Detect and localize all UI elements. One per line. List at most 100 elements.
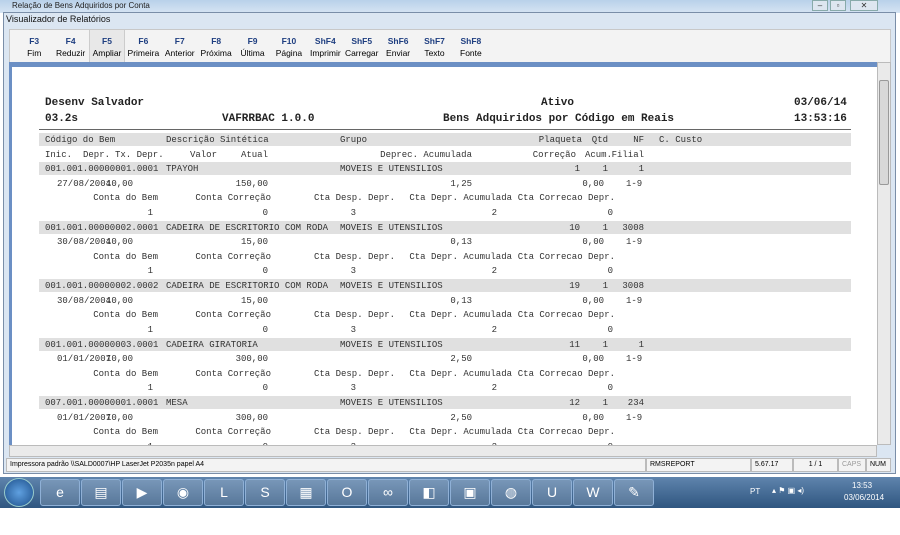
language-indicator[interactable]: PT — [750, 487, 760, 496]
button-label: Anterior — [164, 48, 195, 58]
shortcut-key: F9 — [247, 36, 258, 46]
account-label: Conta Correção — [195, 193, 271, 203]
toolbar-button-última[interactable]: F9 Última — [234, 30, 270, 62]
taskbar-app-icon[interactable]: U — [532, 479, 572, 506]
header-filial: Filial — [611, 150, 644, 160]
account-label: Cta Desp. Depr. — [313, 193, 395, 203]
asset-deprec: 2,50 — [450, 354, 472, 365]
taskbar-app-icon[interactable]: ▶ — [122, 479, 162, 506]
taskbar-app-icon[interactable]: ◧ — [409, 479, 449, 506]
restore-button[interactable]: ▫ — [830, 0, 846, 11]
asset-atual: 15,00 — [240, 237, 268, 248]
report-page: Desenv Salvador 03.2s VAFRRBAC 1.0.0 Ati… — [9, 62, 877, 445]
header-correcao: Correção — [532, 150, 576, 160]
asset-tx-depr: 10,00 — [105, 237, 133, 248]
account-label: Conta do Bem — [93, 310, 158, 321]
button-label: Página — [275, 48, 303, 58]
asset-date: 30/08/2004 — [57, 295, 112, 306]
asset-tx-depr: 10,00 — [105, 178, 133, 189]
header-tx: Tx. Depr. — [115, 150, 164, 160]
asset-code: 001.001.00000001.0001 — [45, 164, 159, 174]
toolbar-button-próxima[interactable]: F8 Próxima — [198, 30, 234, 62]
account-label: Cta Correcao Depr. — [517, 310, 615, 321]
account-label: Cta Depr. Acumulada — [409, 251, 512, 262]
horizontal-scrollbar[interactable] — [9, 445, 877, 457]
asset-correcao: 0,00 — [582, 237, 604, 248]
status-report: RMSREPORT — [646, 458, 751, 472]
taskbar-app-icon[interactable]: O — [327, 479, 367, 506]
asset-filial: 1-9 — [626, 412, 643, 423]
account-label: Cta Depr. Acumulada — [409, 368, 512, 379]
start-button[interactable] — [4, 478, 34, 507]
asset-nf: 3008 — [622, 222, 644, 233]
account-label: Cta Desp. Depr. — [313, 310, 395, 321]
report-company: Desenv Salvador — [45, 97, 145, 109]
toolbar: F3 Fim F4 Reduzir F5 Ampliar F6 Primeira F7 Anter… — [9, 29, 891, 63]
asset-description: TPAYOH — [166, 164, 199, 174]
asset-group: MOVEIS E UTENSILIOS — [340, 281, 443, 292]
toolbar-button-enviar[interactable]: ShF6 Enviar — [380, 30, 416, 62]
toolbar-button-fim[interactable]: F3 Fim — [16, 30, 52, 62]
taskbar-app-icon[interactable]: W — [573, 479, 613, 506]
asset-nf: 1 — [638, 339, 644, 350]
toolbar-button-fonte[interactable]: ShF8 Fonte — [453, 30, 489, 62]
asset-nf: 234 — [627, 398, 644, 409]
toolbar-button-imprimir[interactable]: ShF4 Imprimir — [307, 30, 343, 62]
taskbar-app-icon[interactable]: ∞ — [368, 479, 408, 506]
shortcut-key: F6 — [138, 36, 149, 46]
taskbar-app-icon[interactable]: L — [204, 479, 244, 506]
asset-group: MOVEIS E UTENSILIOS — [340, 339, 443, 350]
account-label: Conta Correção — [195, 310, 271, 321]
taskbar-app-icon[interactable]: ▤ — [81, 479, 121, 506]
toolbar-button-primeira[interactable]: F6 Primeira — [125, 30, 161, 62]
toolbar-button-carregar[interactable]: ShF5 Carregar — [344, 30, 380, 62]
asset-filial: 1-9 — [626, 237, 643, 248]
button-label: Texto — [424, 48, 445, 58]
asset-deprec: 1,25 — [450, 178, 472, 189]
asset-group: MOVEIS E UTENSILIOS — [340, 164, 443, 174]
vertical-scroll-thumb[interactable] — [879, 80, 889, 185]
account-value: 0 — [262, 324, 268, 335]
clock-time[interactable]: 13:53 — [852, 481, 872, 490]
toolbar-button-anterior[interactable]: F7 Anterior — [162, 30, 198, 62]
asset-plaqueta: 1 — [574, 164, 580, 174]
header-atual: Atual — [240, 150, 268, 160]
taskbar-app-icon[interactable]: ◉ — [163, 479, 203, 506]
button-label: Enviar — [386, 48, 411, 58]
report-program: VAFRRBAC 1.0.0 — [222, 113, 315, 125]
toolbar-button-reduzir[interactable]: F4 Reduzir — [52, 30, 88, 62]
account-label: Conta do Bem — [93, 368, 158, 379]
taskbar-app-icon[interactable]: ◍ — [491, 479, 531, 506]
header-valor: Valor — [189, 150, 217, 160]
asset-row-band — [39, 396, 851, 410]
asset-atual: 15,00 — [240, 295, 268, 306]
header-ccusto: C. Custo — [659, 135, 703, 145]
toolbar-button-página[interactable]: F10 Página — [271, 30, 307, 62]
status-num: NUM — [866, 458, 891, 472]
account-label: Cta Correcao Depr. — [517, 368, 615, 379]
close-button[interactable]: ✕ — [850, 0, 878, 11]
shortcut-key: F3 — [29, 36, 40, 46]
taskbar-app-icon[interactable]: S — [245, 479, 285, 506]
account-value: 0 — [607, 383, 613, 394]
asset-atual: 300,00 — [235, 354, 268, 365]
taskbar-app-icon[interactable]: ▣ — [450, 479, 490, 506]
taskbar-app-icon[interactable]: e — [40, 479, 80, 506]
shortcut-key: F10 — [281, 36, 297, 46]
clock-date[interactable]: 03/06/2014 — [844, 493, 884, 502]
toolbar-button-ampliar[interactable]: F5 Ampliar — [88, 30, 126, 62]
shortcut-key: ShF5 — [351, 36, 373, 46]
account-label: Conta do Bem — [93, 251, 158, 262]
tray-icons[interactable]: ▴ ⚑ ▣ ◂) — [772, 486, 804, 495]
toolbar-button-texto[interactable]: ShF7 Texto — [416, 30, 452, 62]
header-deprec: Deprec. Acumulada — [380, 150, 472, 160]
button-label: Carregar — [344, 48, 379, 58]
minimize-button[interactable]: – — [812, 0, 828, 11]
header-inic: Inic. — [45, 150, 73, 160]
account-label: Cta Desp. Depr. — [313, 251, 395, 262]
taskbar-app-icon[interactable]: ▦ — [286, 479, 326, 506]
asset-qtd: 1 — [602, 281, 608, 292]
account-value: 0 — [607, 324, 613, 335]
taskbar-app-icon[interactable]: ✎ — [614, 479, 654, 506]
account-label: Cta Depr. Acumulada — [409, 427, 512, 438]
